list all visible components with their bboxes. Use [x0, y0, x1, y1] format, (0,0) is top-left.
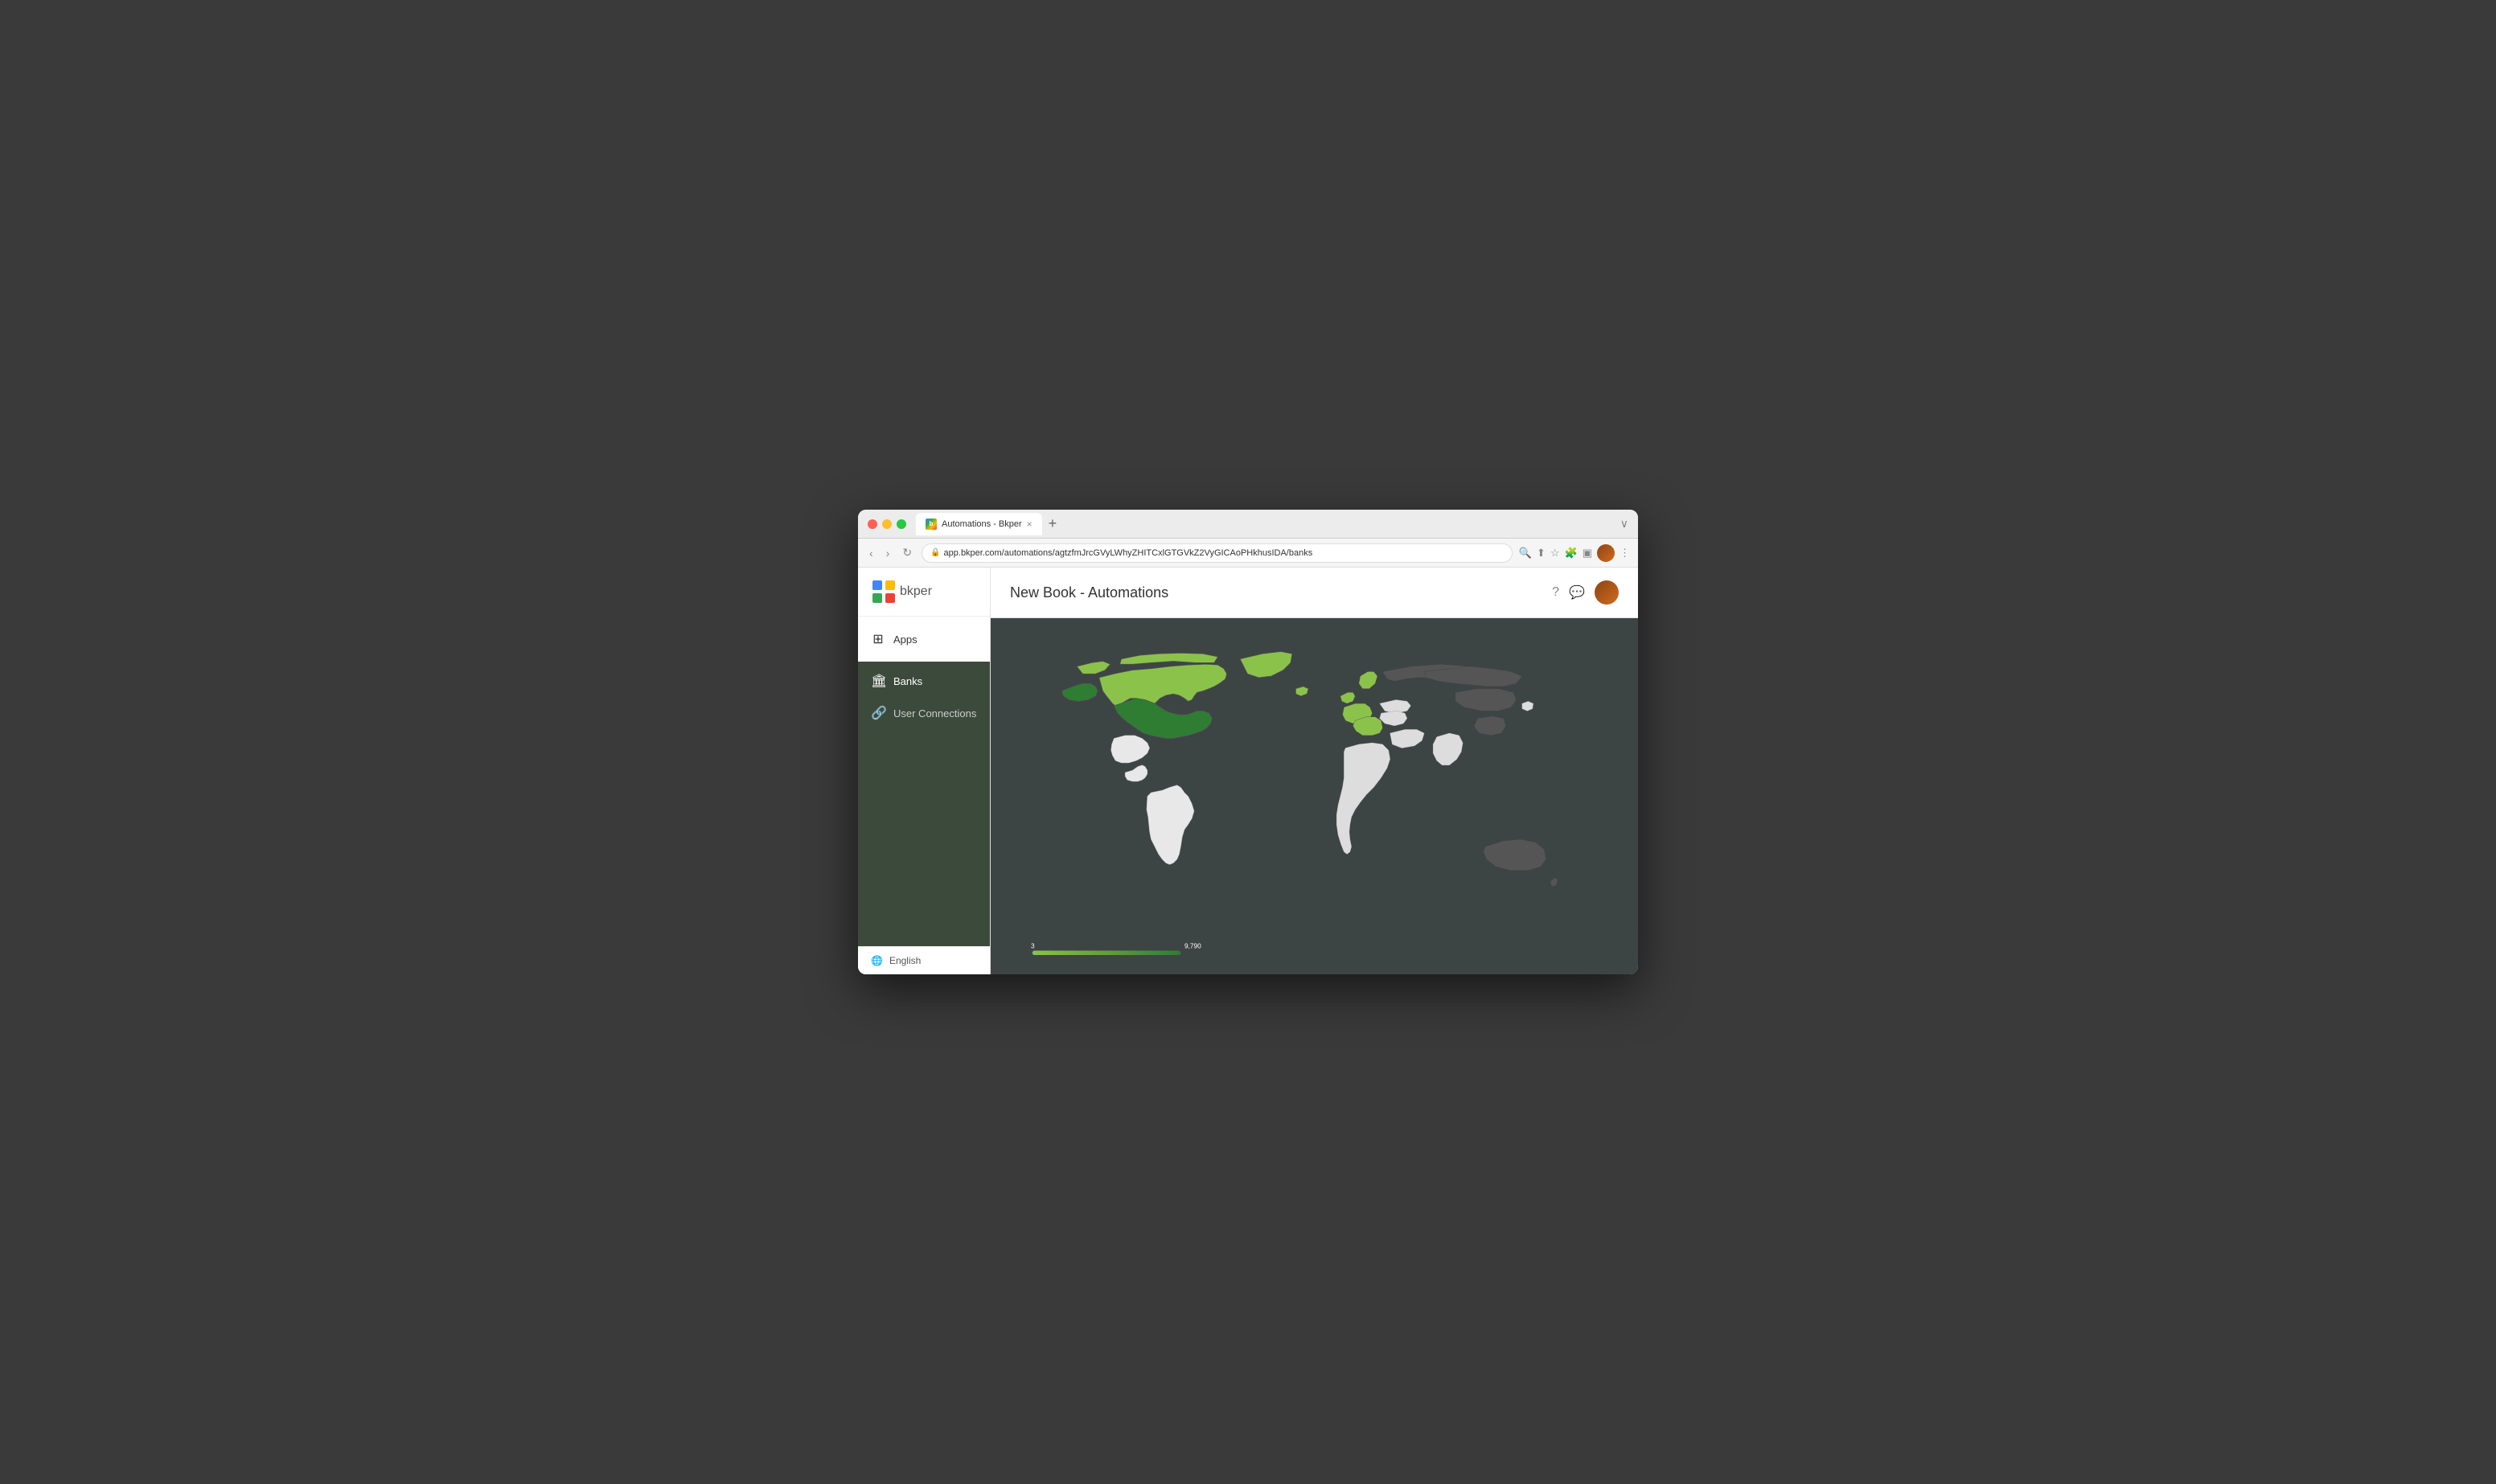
url-bar[interactable]: 🔒 app.bkper.com/automations/agtzfmJrcGVy… [922, 543, 1513, 563]
language-label: English [889, 955, 921, 966]
title-bar: b Automations - Bkper × + ∨ [858, 510, 1638, 539]
svg-text:9,790: 9,790 [1184, 942, 1201, 950]
share-icon[interactable]: ⬆ [1537, 547, 1546, 560]
maximize-button[interactable] [897, 519, 906, 529]
sidebar: bkper ⊞ Apps 🏛 Banks 🔗 User Connections [858, 568, 991, 974]
active-tab[interactable]: b Automations - Bkper × [916, 513, 1042, 535]
sidebar-white-section: ⊞ Apps [858, 617, 990, 662]
browser-profile-avatar[interactable] [1597, 544, 1615, 562]
browser-window: b Automations - Bkper × + ∨ ‹ › ↻ 🔒 app.… [858, 510, 1638, 974]
sidebar-item-banks-label: Banks [893, 675, 922, 687]
sidebar-dark-section: 🏛 Banks 🔗 User Connections [858, 662, 990, 946]
sidebar-item-apps-label: Apps [893, 633, 918, 646]
logo-text: bkper [900, 584, 932, 599]
tab-title: Automations - Bkper [942, 519, 1022, 529]
main-content: New Book - Automations ? 💬 [991, 568, 1638, 974]
sidebar-logo[interactable]: bkper [858, 568, 990, 617]
tab-favicon: b [926, 519, 937, 530]
svg-text:3: 3 [1031, 942, 1035, 950]
url-text: app.bkper.com/automations/agtzfmJrcGVyLW… [944, 548, 1313, 558]
lock-icon: 🔒 [930, 548, 940, 557]
user-connections-icon: 🔗 [871, 705, 885, 721]
zoom-icon[interactable]: 🔍 [1519, 547, 1532, 560]
map-area: 3 9,790 [991, 618, 1638, 974]
forward-button[interactable]: › [883, 545, 893, 561]
apps-icon: ⊞ [871, 631, 885, 647]
sidebar-item-apps[interactable]: ⊞ Apps [858, 623, 990, 655]
language-icon: 🌐 [871, 955, 883, 966]
banks-icon: 🏛 [871, 673, 885, 689]
bkper-logo-icon [871, 579, 897, 605]
page-header: New Book - Automations ? 💬 [991, 568, 1638, 618]
back-button[interactable]: ‹ [866, 545, 876, 561]
app-container: bkper ⊞ Apps 🏛 Banks 🔗 User Connections [858, 568, 1638, 974]
chat-button[interactable]: 💬 [1569, 584, 1585, 601]
tab-close-icon[interactable]: × [1027, 519, 1032, 529]
help-button[interactable]: ? [1552, 585, 1559, 600]
sidebar-item-user-connections[interactable]: 🔗 User Connections [858, 697, 990, 729]
extensions-icon[interactable]: 🧩 [1565, 547, 1578, 560]
sidebar-footer[interactable]: 🌐 English [858, 946, 990, 974]
address-bar: ‹ › ↻ 🔒 app.bkper.com/automations/agtzfm… [858, 539, 1638, 568]
menu-icon[interactable]: ⋮ [1620, 547, 1630, 560]
bookmark-icon[interactable]: ☆ [1550, 547, 1560, 560]
address-actions: 🔍 ⬆ ☆ 🧩 ▣ ⋮ [1519, 544, 1630, 562]
sidebar-toggle-icon[interactable]: ▣ [1583, 547, 1592, 560]
world-map: 3 9,790 [991, 618, 1638, 974]
title-bar-collapse[interactable]: ∨ [1620, 517, 1628, 531]
minimize-button[interactable] [882, 519, 892, 529]
tab-bar: b Automations - Bkper × + [916, 513, 1620, 535]
reload-button[interactable]: ↻ [899, 544, 915, 561]
sidebar-item-banks[interactable]: 🏛 Banks [858, 665, 990, 697]
user-avatar[interactable] [1595, 580, 1619, 605]
traffic-lights [868, 519, 906, 529]
header-actions: ? 💬 [1552, 580, 1619, 605]
sidebar-item-user-connections-label: User Connections [893, 707, 976, 719]
page-title: New Book - Automations [1010, 584, 1168, 601]
close-button[interactable] [868, 519, 877, 529]
new-tab-button[interactable]: + [1045, 515, 1061, 532]
